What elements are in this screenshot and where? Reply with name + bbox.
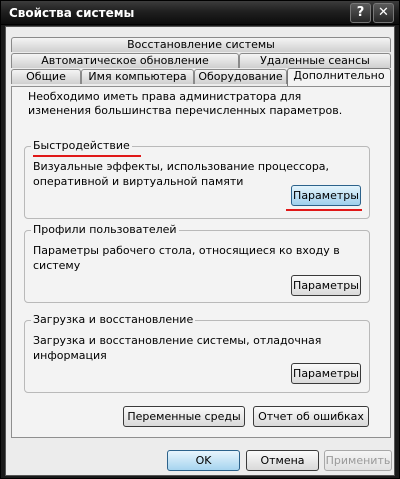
annotation-underline-label (33, 155, 141, 157)
tab-general[interactable]: Общие (11, 69, 81, 84)
startup-recovery-settings-button[interactable]: Параметры (291, 363, 361, 384)
window-title: Свойства системы (9, 6, 135, 20)
annotation-underline-button (286, 209, 362, 211)
tab-hardware[interactable]: Оборудование (194, 69, 287, 84)
apply-button[interactable]: Применить (324, 450, 392, 471)
close-icon: ✕ (378, 5, 389, 20)
tab-remote-sessions[interactable]: Удаленные сеансы (239, 53, 391, 68)
tab-computer-name[interactable]: Имя компьютера (81, 69, 194, 84)
help-icon: ? (356, 5, 365, 20)
user-profiles-description: Параметры рабочего стола, относящиеся ко… (33, 244, 340, 272)
performance-label: Быстродействие (31, 139, 132, 153)
help-button[interactable]: ? (350, 3, 371, 23)
error-reporting-button[interactable]: Отчет об ошибках (253, 406, 369, 427)
environment-variables-button[interactable]: Переменные среды (123, 406, 245, 427)
tab-automatic-updates[interactable]: Автоматическое обновление (11, 53, 239, 68)
user-profiles-label: Профили пользователей (31, 223, 179, 237)
user-profiles-settings-button[interactable]: Параметры (291, 275, 361, 296)
cancel-button[interactable]: Отмена (246, 450, 319, 471)
system-properties-window: Свойства системы ? ✕ Восстановление сист… (0, 0, 400, 479)
close-button[interactable]: ✕ (373, 3, 394, 23)
startup-recovery-label: Загрузка и восстановление (31, 313, 196, 327)
performance-settings-button[interactable]: Параметры (291, 185, 361, 206)
ok-button[interactable]: OK (167, 450, 240, 471)
admin-rights-note: Необходимо иметь права администратора дл… (28, 90, 343, 117)
title-bar[interactable]: Свойства системы ? ✕ (1, 1, 399, 25)
startup-recovery-description: Загрузка и восстановление системы, отлад… (33, 334, 322, 362)
tab-system-restore[interactable]: Восстановление системы (11, 37, 391, 52)
tab-advanced[interactable]: Дополнительно (287, 68, 391, 86)
